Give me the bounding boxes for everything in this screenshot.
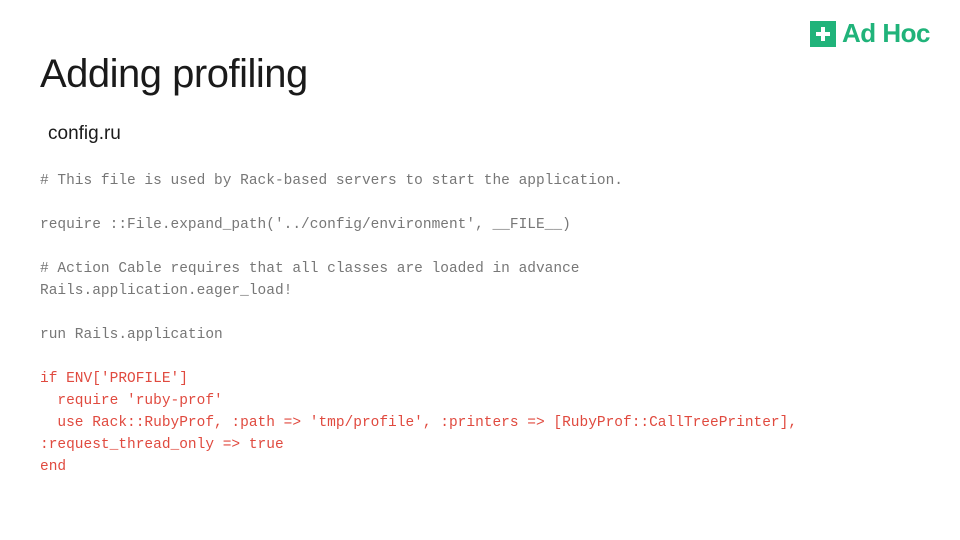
brand-logo: Ad Hoc xyxy=(810,18,930,49)
code-line: # This file is used by Rack-based server… xyxy=(40,173,623,189)
code-line: run Rails.application xyxy=(40,327,223,343)
code-snippet: # This file is used by Rack-based server… xyxy=(40,170,920,478)
code-line-highlight: end xyxy=(40,459,66,475)
slide-title: Adding profiling xyxy=(40,52,308,97)
code-line: require ::File.expand_path('../config/en… xyxy=(40,217,571,233)
code-line: Rails.application.eager_load! xyxy=(40,283,292,299)
code-line-highlight: if ENV['PROFILE'] xyxy=(40,371,188,387)
filename-label: config.ru xyxy=(48,123,121,145)
code-line-highlight: require 'ruby-prof' xyxy=(40,393,223,409)
brand-name: Ad Hoc xyxy=(842,18,930,49)
code-line: # Action Cable requires that all classes… xyxy=(40,261,580,277)
code-line-highlight: use Rack::RubyProf, :path => 'tmp/profil… xyxy=(40,415,806,453)
plus-square-icon xyxy=(810,21,836,47)
